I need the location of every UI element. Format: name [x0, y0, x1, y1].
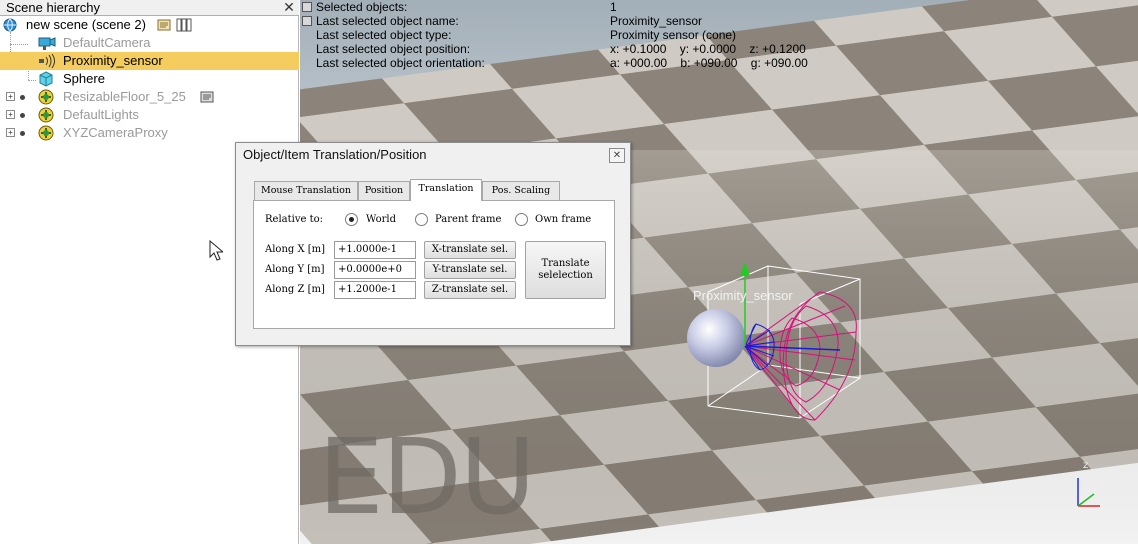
along-z-label: Along Z [m]	[265, 284, 325, 295]
along-z-field[interactable]: +1.2000e-1	[334, 281, 416, 299]
tab-pos-scaling[interactable]: Pos. Scaling	[482, 181, 560, 200]
info-value: Proximity sensor (cone)	[610, 28, 737, 42]
axis-label-x: x	[1105, 497, 1111, 508]
radio-parent-frame[interactable]	[415, 213, 428, 226]
sensor-name-label: Proximity_sensor	[693, 288, 793, 303]
radio-world-label[interactable]: World	[366, 214, 396, 225]
along-y-field[interactable]: +0.0000e+0	[334, 261, 416, 279]
along-x-field[interactable]: +1.0000e-1	[334, 241, 416, 259]
x-translate-button[interactable]: X-translate sel.	[424, 241, 516, 259]
film-icon[interactable]	[176, 18, 192, 32]
info-key: Last selected object orientation:	[316, 56, 485, 70]
proximity-sensor-icon	[39, 53, 55, 69]
info-value: x: +0.1000 y: +0.0000 z: +0.1200	[610, 42, 806, 56]
cube-icon	[39, 71, 53, 87]
info-key: Selected objects:	[316, 0, 408, 14]
info-toggle-button[interactable]	[302, 2, 312, 12]
info-row-object-position: Last selected object position: x: +0.100…	[316, 42, 1116, 56]
axis-label-y: y	[1099, 480, 1105, 491]
relative-to-label: Relative to:	[265, 214, 323, 225]
axis-label-z: z	[1083, 460, 1089, 471]
tree-item-resizable-floor[interactable]: + ResizableFloor_5_25	[0, 88, 299, 106]
visibility-dot	[20, 113, 25, 118]
mouse-cursor-icon	[209, 240, 223, 261]
globe-icon	[3, 18, 17, 32]
scene-hierarchy-title-text: Scene hierarchy	[6, 0, 100, 15]
info-row-object-orientation: Last selected object orientation: a: +00…	[316, 56, 1116, 70]
scene-hierarchy-title: Scene hierarchy ✕	[0, 0, 299, 16]
sphere-object[interactable]	[687, 309, 745, 367]
expand-icon[interactable]: +	[6, 128, 15, 137]
tree-item-label: ResizableFloor_5_25	[63, 89, 186, 104]
translation-dialog: Object/Item Translation/Position ✕ Mouse…	[235, 142, 631, 346]
along-y-label: Along Y [m]	[265, 264, 325, 275]
camera-icon	[38, 37, 56, 50]
tab-mouse-translation[interactable]: Mouse Translation	[254, 181, 358, 200]
expand-icon[interactable]: +	[6, 92, 15, 101]
tree-item-sphere[interactable]: Sphere	[0, 70, 299, 88]
close-icon[interactable]: ✕	[609, 148, 625, 163]
tree-item-label: DefaultLights	[63, 107, 139, 122]
tree-item-label: Sphere	[63, 71, 105, 86]
info-row-object-type: Last selected object type: Proximity sen…	[316, 28, 1116, 42]
radio-own-frame-label[interactable]: Own frame	[535, 214, 591, 225]
tree-item-default-camera[interactable]: DefaultCamera	[0, 34, 299, 52]
tree-item-proximity-sensor[interactable]: Proximity_sensor	[0, 52, 299, 70]
info-key: Last selected object position:	[316, 42, 471, 56]
radio-own-frame[interactable]	[515, 213, 528, 226]
info-value: Proximity_sensor	[610, 14, 703, 28]
visibility-dot	[20, 131, 25, 136]
visibility-dot	[20, 95, 25, 100]
model-icon	[38, 89, 54, 105]
info-value: a: +000.00 b: +090.00 g: +090.00	[610, 56, 808, 70]
edu-watermark: EDU	[318, 416, 536, 538]
script-icon[interactable]	[200, 90, 214, 104]
along-x-label: Along X [m]	[265, 244, 326, 255]
tree-item-xyz-camera-proxy[interactable]: + XYZCameraProxy	[0, 124, 299, 142]
info-toggle-button[interactable]	[302, 16, 312, 26]
tree-item-label: DefaultCamera	[63, 35, 151, 50]
z-translate-button[interactable]: Z-translate sel.	[424, 281, 516, 299]
script-icon[interactable]	[157, 18, 171, 32]
model-icon	[38, 125, 54, 141]
info-row-object-name: Last selected object name: Proximity_sen…	[316, 14, 1116, 28]
translation-tab-panel: Relative to: World Parent frame Own fram…	[253, 200, 615, 329]
info-key: Last selected object name:	[316, 14, 459, 28]
dialog-title: Object/Item Translation/Position	[243, 147, 427, 162]
tree-item-default-lights[interactable]: + DefaultLights	[0, 106, 299, 124]
tree-item-label: Proximity_sensor	[63, 53, 163, 68]
info-row-selected-objects: Selected objects: 1	[316, 0, 1116, 14]
translate-selection-button[interactable]: Translate selelection	[525, 241, 606, 299]
info-key: Last selected object type:	[316, 28, 452, 42]
info-value: 1	[610, 0, 617, 14]
y-translate-button[interactable]: Y-translate sel.	[424, 261, 516, 279]
tree-item-new-scene[interactable]: new scene (scene 2)	[0, 16, 299, 34]
radio-world[interactable]	[345, 213, 358, 226]
expand-icon[interactable]: +	[6, 110, 15, 119]
close-icon[interactable]: ✕	[282, 0, 296, 15]
tree-item-label: new scene (scene 2)	[26, 17, 146, 32]
tree-item-label: XYZCameraProxy	[63, 125, 168, 140]
model-icon	[38, 107, 54, 123]
tab-position[interactable]: Position	[358, 181, 410, 200]
tab-translation[interactable]: Translation	[410, 179, 482, 201]
radio-parent-frame-label[interactable]: Parent frame	[435, 214, 501, 225]
